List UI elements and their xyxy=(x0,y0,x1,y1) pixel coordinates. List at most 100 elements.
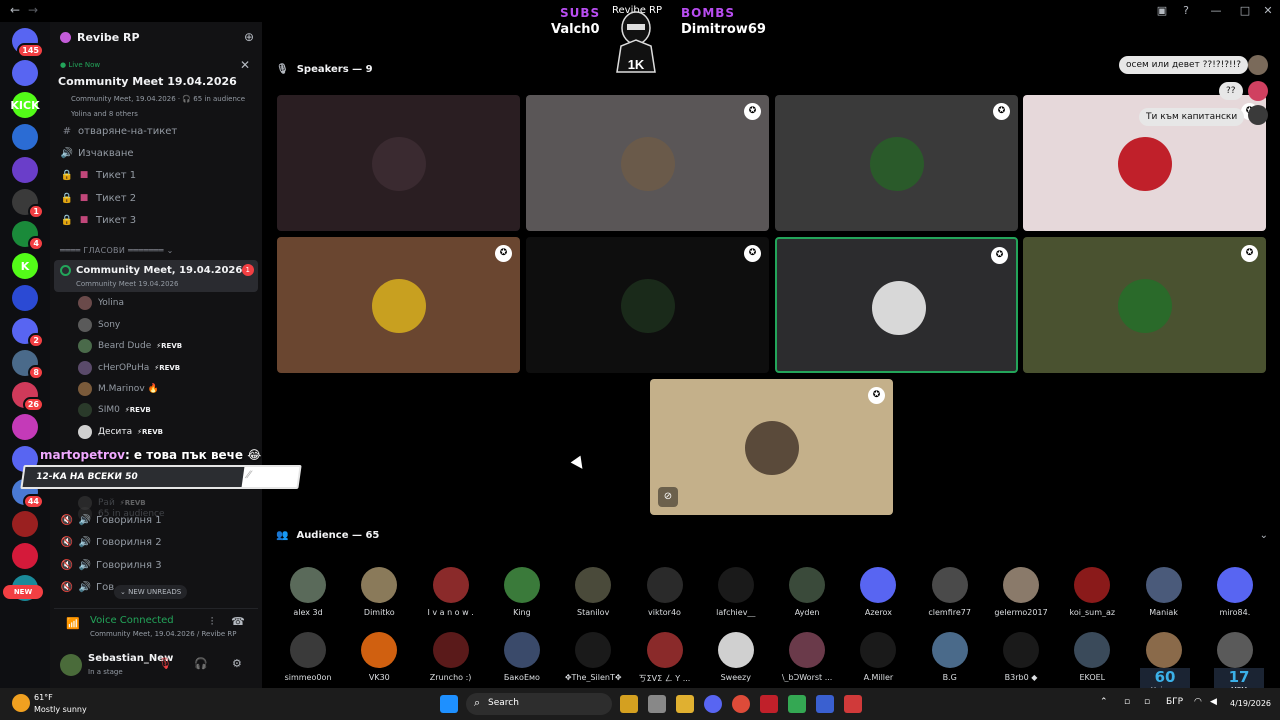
back-arrow-icon[interactable]: ← xyxy=(10,3,20,17)
chevron-down-icon[interactable]: ⌄ xyxy=(1260,530,1268,541)
avatar[interactable] xyxy=(60,654,82,676)
audience-member[interactable]: ✥The_SilenT✥ xyxy=(561,632,625,692)
discord-icon[interactable] xyxy=(704,695,722,713)
chrome-icon[interactable] xyxy=(732,695,750,713)
channel-item[interactable]: 🔒 ■ Тикет 1 xyxy=(60,166,256,184)
voice-channel-item[interactable]: 🔇 🔊 Говорилня 3 xyxy=(60,556,256,574)
audience-member[interactable]: gelermo2017 xyxy=(989,567,1053,627)
mic-muted-icon[interactable]: 🎙 xyxy=(158,657,172,670)
audience-member[interactable]: Dimitko xyxy=(347,567,411,627)
server-icon[interactable] xyxy=(12,510,38,537)
help-icon[interactable]: ? xyxy=(1179,4,1193,18)
server-icon[interactable]: 26 xyxy=(12,382,44,412)
speaker-tile[interactable]: ✪ xyxy=(277,237,520,373)
member-list-item[interactable]: Sony xyxy=(78,316,120,334)
active-stage-channel[interactable]: Community Meet, 19.04.2026 Community Mee… xyxy=(54,260,258,292)
audience-member[interactable]: clemfire77 xyxy=(918,567,982,627)
weather-temp[interactable]: 61°F xyxy=(34,693,53,702)
channel-item[interactable]: 🔒 ■ Тикет 3 xyxy=(60,211,256,229)
task-view-icon[interactable] xyxy=(648,695,666,713)
app-blue-icon[interactable] xyxy=(816,695,834,713)
speaker-tile[interactable]: ✪ xyxy=(1023,237,1266,373)
xsplit-icon[interactable] xyxy=(760,695,778,713)
server-icon[interactable]: 1 xyxy=(12,188,44,219)
language-indicator[interactable]: БГР xyxy=(1166,697,1183,707)
new-badge[interactable]: NEW xyxy=(3,585,43,599)
audience-member[interactable]: Stanilov xyxy=(561,567,625,627)
server-icon[interactable]: 2 xyxy=(12,317,44,348)
server-icon[interactable] xyxy=(12,285,38,312)
speaker-tile[interactable]: ✪ ⊘ xyxy=(650,379,893,515)
audience-member[interactable]: A.Miller xyxy=(846,632,910,692)
guild-header[interactable]: Revibe RP ⊕ xyxy=(50,22,262,54)
audience-member[interactable]: I v a n o w . xyxy=(419,567,483,627)
member-list-item[interactable]: Yolina xyxy=(78,294,124,312)
audience-member[interactable]: Ayden xyxy=(775,567,839,627)
server-icon[interactable] xyxy=(12,156,38,183)
tray-app-icon[interactable]: ▫ xyxy=(1124,697,1130,707)
inbox-icon[interactable]: ▣ xyxy=(1155,4,1169,18)
close-icon[interactable]: ✕ xyxy=(1261,4,1275,18)
audience-member[interactable]: miro84. xyxy=(1203,567,1267,627)
taskbar-search[interactable]: ⌕ Search xyxy=(466,693,612,715)
audience-member[interactable]: viktor4o xyxy=(633,567,697,627)
audience-member[interactable]: alex 3d xyxy=(276,567,340,627)
audience-member[interactable]: koi_sum_az xyxy=(1060,567,1124,627)
minimize-icon[interactable]: — xyxy=(1209,4,1223,18)
audience-member[interactable]: Sweezy xyxy=(704,632,768,692)
file-explorer-icon[interactable] xyxy=(676,695,694,713)
channel-item[interactable]: # отваряне-на-тикет xyxy=(60,122,256,140)
forward-arrow-icon[interactable]: → xyxy=(28,3,38,17)
member-list-item[interactable]: M.Marinov 🔥 xyxy=(78,380,159,398)
weather-text[interactable]: Mostly sunny xyxy=(34,705,87,714)
widgets-icon[interactable] xyxy=(620,695,638,713)
close-icon[interactable]: ✕ xyxy=(240,58,250,72)
voice-channel-item[interactable]: 🔇 🔊 Гов xyxy=(60,578,256,596)
server-icon[interactable] xyxy=(12,124,38,151)
voice-channel-item[interactable]: 🔇 🔊 Говорилня 2 xyxy=(60,533,256,551)
tray-chevron-icon[interactable]: ⌃ xyxy=(1100,697,1108,707)
soundboard-icon[interactable]: ⫶ xyxy=(204,615,220,631)
wifi-icon[interactable]: ◠ xyxy=(1194,697,1202,707)
volume-icon[interactable]: ◀ xyxy=(1210,697,1217,707)
category-voice[interactable]: ════ ГЛАСОВИ ═══════ ⌄ xyxy=(60,246,174,255)
server-icon[interactable]: 4 xyxy=(12,221,44,251)
person-plus-icon[interactable]: ⊕ xyxy=(244,30,254,44)
audience-member[interactable]: VK30 xyxy=(347,632,411,692)
server-icon[interactable] xyxy=(12,60,38,86)
guild-name[interactable]: Revibe RP xyxy=(77,31,140,44)
audience-member[interactable]: Azerox xyxy=(846,567,910,627)
voice-location[interactable]: Community Meet, 19.04.2026 / Revibe RP xyxy=(90,630,236,638)
server-icon[interactable] xyxy=(12,414,38,441)
audience-member[interactable]: B3rb0 ◆ xyxy=(989,632,1053,692)
member-list-item[interactable]: Десита ⚡REVB xyxy=(78,423,163,441)
audience-member[interactable]: B.G xyxy=(918,632,982,692)
gear-icon[interactable]: ⚙ xyxy=(232,657,242,670)
server-icon[interactable] xyxy=(12,543,38,569)
server-icon[interactable]: KICK xyxy=(10,92,40,119)
chrome-2-icon[interactable] xyxy=(788,695,806,713)
clock-date[interactable]: 4/19/2026 xyxy=(1230,699,1271,708)
weather-sun-icon[interactable] xyxy=(12,694,30,712)
audience-member[interactable]: EKOEL xyxy=(1060,632,1124,692)
audience-member[interactable]: ㄎΣVΣ ㄥ Y ... xyxy=(633,632,697,692)
audience-member[interactable]: \_bϽWorst ... xyxy=(775,632,839,692)
audience-member[interactable]: БакоЕмо xyxy=(490,632,554,692)
disconnect-icon[interactable]: ☎ xyxy=(230,615,246,631)
app-red-icon[interactable] xyxy=(844,695,862,713)
headphones-icon[interactable]: 🎧 xyxy=(194,657,208,670)
home-button[interactable]: 145 xyxy=(12,28,44,58)
voice-status[interactable]: Voice Connected xyxy=(90,615,174,626)
member-list-item[interactable]: SIM0 ⚡REVB xyxy=(78,401,151,419)
speaker-tile[interactable]: ✪ xyxy=(775,237,1018,373)
speaker-tile[interactable]: ✪ xyxy=(526,95,769,231)
channel-item[interactable]: 🔒 ■ Тикет 2 xyxy=(60,189,256,207)
voice-channel-item[interactable]: 🔇 🔊 Говорилня 1 xyxy=(60,511,256,529)
tray-app-icon[interactable]: ▫ xyxy=(1144,697,1150,707)
member-list-item[interactable]: cHerOPuHa ⚡REVB xyxy=(78,359,180,377)
audience-member[interactable]: Maniak xyxy=(1132,567,1196,627)
audience-member[interactable]: lafchiev__ xyxy=(704,567,768,627)
channel-item[interactable]: 🔊 Изчакване xyxy=(60,144,256,162)
audience-member[interactable]: King xyxy=(490,567,554,627)
speaker-tile[interactable]: ✪ xyxy=(526,237,769,373)
